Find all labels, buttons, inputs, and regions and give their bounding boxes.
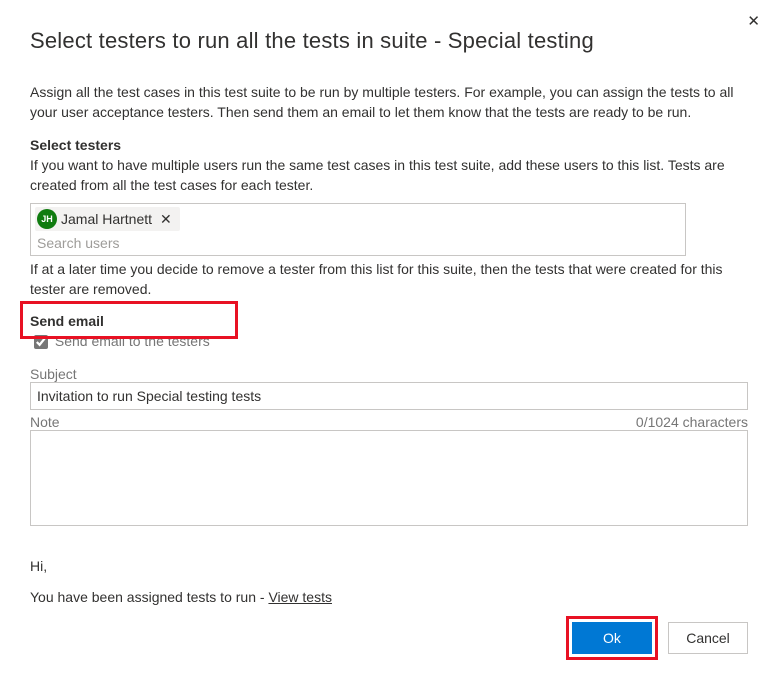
char-count: 0/1024 characters (636, 414, 748, 430)
send-email-checkbox-label: Send email to the testers (55, 333, 210, 349)
search-users-input[interactable] (35, 233, 681, 251)
preview-body: You have been assigned tests to run - (30, 589, 268, 605)
send-email-heading: Send email (30, 313, 748, 329)
view-tests-link[interactable]: View tests (268, 589, 332, 605)
email-preview: Hi, You have been assigned tests to run … (30, 551, 748, 613)
select-testers-heading: Select testers (30, 137, 748, 153)
note-label: Note (30, 414, 60, 430)
dialog-title: Select testers to run all the tests in s… (30, 28, 748, 54)
tester-chip[interactable]: JH Jamal Hartnett ✕ (35, 207, 180, 231)
preview-greeting: Hi, (30, 551, 748, 582)
close-icon[interactable]: ✕ (743, 10, 764, 33)
cancel-button[interactable]: Cancel (668, 622, 748, 654)
note-textarea[interactable] (30, 430, 748, 526)
avatar: JH (37, 209, 57, 229)
ok-button[interactable]: Ok (572, 622, 652, 654)
dialog-description: Assign all the test cases in this test s… (30, 82, 748, 123)
subject-input[interactable] (30, 382, 748, 410)
remove-tester-icon[interactable]: ✕ (158, 211, 174, 228)
dialog-actions: Ok Cancel (566, 616, 748, 660)
tester-chip-name: Jamal Hartnett (61, 211, 152, 227)
send-email-checkbox[interactable] (34, 335, 48, 349)
subject-label: Subject (30, 366, 748, 382)
select-testers-help: If you want to have multiple users run t… (30, 155, 748, 196)
removal-note: If at a later time you decide to remove … (30, 260, 748, 299)
highlight-annotation: Ok (566, 616, 658, 660)
tester-picker[interactable]: JH Jamal Hartnett ✕ (30, 203, 686, 256)
